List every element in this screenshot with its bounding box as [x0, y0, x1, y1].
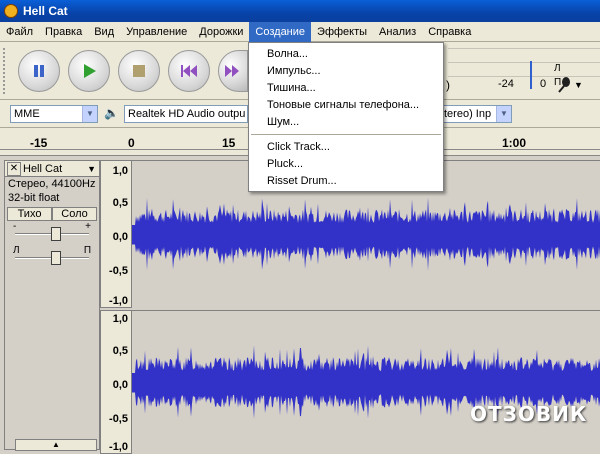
menu-view[interactable]: Вид: [88, 22, 120, 42]
menu-bar: Файл Правка Вид Управление Дорожки Созда…: [0, 21, 600, 42]
pan-slider[interactable]: Л П: [11, 245, 93, 269]
scale-label: -1,0: [109, 441, 128, 453]
volume-icon-partial: ): [446, 78, 450, 92]
skip-end-button[interactable]: [218, 50, 248, 92]
scale-label: 0,5: [112, 197, 128, 209]
menu-transport[interactable]: Управление: [120, 22, 193, 42]
scale-label: -0,5: [109, 413, 128, 425]
menu-item-silence[interactable]: Тишина...: [249, 80, 443, 97]
timeline-tick: -15: [30, 136, 48, 150]
input-device-select[interactable]: tereo) Inp ▼: [440, 105, 512, 123]
chevron-down-icon[interactable]: ▼: [87, 164, 96, 174]
pan-left-label: Л: [13, 245, 20, 256]
track-format: Стерео, 44100Hz: [8, 178, 96, 190]
skip-start-icon: [169, 51, 209, 91]
menu-file[interactable]: Файл: [0, 22, 39, 42]
meter-scale-0: 0: [540, 78, 547, 90]
menu-item-click-track[interactable]: Click Track...: [249, 139, 443, 156]
window-title: Hell Cat: [23, 4, 68, 18]
menu-item-pluck[interactable]: Pluck...: [249, 156, 443, 173]
gain-plus-label: +: [85, 221, 91, 232]
gain-thumb[interactable]: [51, 227, 61, 241]
timeline-tick: 15: [222, 136, 236, 150]
scale-label: -1,0: [109, 295, 128, 307]
menu-item-tone[interactable]: Волна...: [249, 46, 443, 63]
pause-button[interactable]: [18, 50, 60, 92]
play-button[interactable]: [68, 50, 110, 92]
input-device-value: tereo) Inp: [444, 108, 492, 120]
generate-menu: Волна... Импульс... Тишина... Тоновые си…: [248, 42, 444, 192]
waveform-right-channel[interactable]: [132, 310, 600, 454]
menu-generate[interactable]: Создание: [249, 21, 312, 42]
title-bar: Hell Cat: [0, 0, 600, 22]
chevron-down-icon[interactable]: ▼: [496, 106, 511, 122]
collapse-button[interactable]: ▲: [15, 439, 97, 451]
meter-left-marker: [530, 61, 532, 75]
close-icon[interactable]: ✕: [7, 161, 21, 176]
mic-dropdown-icon[interactable]: ▼: [574, 80, 583, 90]
track-name[interactable]: Hell Cat: [23, 163, 87, 175]
menu-item-risset-drum[interactable]: Risset Drum...: [249, 173, 443, 190]
gain-slider[interactable]: - +: [11, 221, 93, 245]
speaker-icon: 🔈: [104, 106, 119, 120]
app-icon: [4, 4, 18, 18]
skip-start-button[interactable]: [168, 50, 210, 92]
stop-icon: [119, 51, 159, 91]
track-bitdepth: 32-bit float: [8, 192, 60, 204]
mute-button[interactable]: Тихо: [7, 207, 52, 221]
level-meter: Л П: [448, 46, 600, 98]
track-header: ✕ Hell Cat ▼: [5, 161, 99, 177]
menu-analyze[interactable]: Анализ: [373, 22, 422, 42]
scale-label: 1,0: [112, 165, 128, 177]
solo-button[interactable]: Соло: [52, 207, 97, 221]
pause-icon: [19, 51, 59, 91]
scale-label: 0,0: [112, 231, 128, 243]
meter-left-label: Л: [554, 63, 561, 74]
pan-right-label: П: [83, 245, 91, 256]
pan-thumb[interactable]: [51, 251, 61, 265]
track-control-panel: ✕ Hell Cat ▼ Стерео, 44100Hz 32-bit floa…: [4, 160, 100, 451]
play-icon: [69, 51, 109, 91]
watermark-logo: ОТЗОВИК: [470, 402, 588, 426]
scale-label: 0,0: [112, 379, 128, 391]
meter-row-top: [448, 48, 600, 62]
host-value: MME: [14, 108, 40, 120]
scale-label: 0,5: [112, 345, 128, 357]
amplitude-ruler-left: 1,0 0,5 0,0 -0,5 -1,0: [100, 160, 132, 308]
menu-item-noise[interactable]: Шум...: [249, 114, 443, 131]
menu-item-dtmf[interactable]: Тоновые сигналы телефона...: [249, 97, 443, 114]
timeline-tick: 0: [128, 136, 135, 150]
scale-label: -0,5: [109, 265, 128, 277]
menu-tracks[interactable]: Дорожки: [193, 22, 249, 42]
amplitude-ruler-right: 1,0 0,5 0,0 -0,5 -1,0: [100, 310, 132, 454]
gain-minus-label: -: [13, 221, 17, 232]
output-device-value: Realtek HD Audio outpu: [128, 108, 246, 120]
menu-separator: [251, 134, 441, 135]
skip-end-icon: [219, 51, 247, 91]
menu-effects[interactable]: Эффекты: [311, 22, 373, 42]
output-device-select[interactable]: Realtek HD Audio outpu: [124, 105, 248, 123]
timeline-tick: 1:00: [502, 136, 527, 150]
chevron-down-icon[interactable]: ▼: [82, 106, 97, 122]
microphone-icon[interactable]: [556, 76, 572, 97]
menu-item-impulse[interactable]: Импульс...: [249, 63, 443, 80]
scale-label: 1,0: [112, 313, 128, 325]
meter-right-marker: [530, 75, 532, 89]
meter-scale-minus24: -24: [498, 78, 514, 90]
stop-button[interactable]: [118, 50, 160, 92]
menu-help[interactable]: Справка: [422, 22, 477, 42]
meter-row-left: Л: [448, 61, 600, 76]
toolbar-grip[interactable]: [3, 48, 7, 94]
menu-edit[interactable]: Правка: [39, 22, 88, 42]
host-select[interactable]: MME ▼: [10, 105, 98, 123]
